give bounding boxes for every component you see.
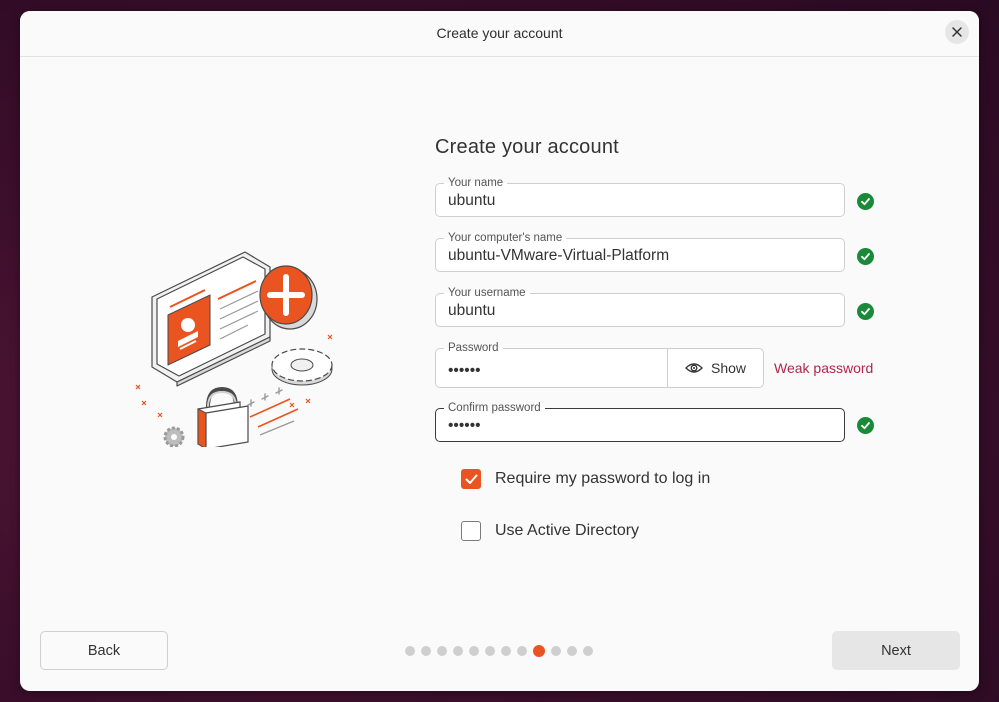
installer-window: Create your account Create your account … xyxy=(20,11,979,691)
name-field[interactable]: Your name ubuntu xyxy=(435,176,845,217)
eye-icon xyxy=(685,363,703,373)
username-field[interactable]: Your username ubuntu xyxy=(435,286,845,327)
next-button[interactable]: Next xyxy=(832,631,960,670)
step-dot xyxy=(485,646,495,656)
require-password-option[interactable]: Require my password to log in xyxy=(461,469,710,489)
password-value: •••••• xyxy=(448,362,481,379)
step-dot xyxy=(583,646,593,656)
computer-name-valid-icon xyxy=(857,248,874,265)
confirm-password-field[interactable]: Confirm password •••••• xyxy=(435,401,845,442)
title-bar: Create your account xyxy=(20,11,979,57)
close-button[interactable] xyxy=(945,20,969,44)
name-value: ubuntu xyxy=(448,192,496,209)
active-directory-checkbox[interactable] xyxy=(461,521,481,541)
step-dot xyxy=(421,646,431,656)
confirm-password-valid-icon xyxy=(857,417,874,434)
checkmark-icon xyxy=(465,474,477,484)
computer-name-field[interactable]: Your computer's name ubuntu-VMware-Virtu… xyxy=(435,231,845,272)
step-dot xyxy=(453,646,463,656)
step-dot xyxy=(405,646,415,656)
back-button[interactable]: Back xyxy=(40,631,168,670)
active-directory-label: Use Active Directory xyxy=(495,522,640,539)
require-password-label: Require my password to log in xyxy=(495,470,711,487)
username-valid-icon xyxy=(857,303,874,320)
step-dot xyxy=(469,646,479,656)
computer-name-label: Your computer's name xyxy=(444,231,567,245)
require-password-checkbox[interactable] xyxy=(461,469,481,489)
step-dot xyxy=(501,646,511,656)
name-valid-icon xyxy=(857,193,874,210)
username-value: ubuntu xyxy=(448,302,496,319)
password-strength: Weak password xyxy=(774,360,874,376)
step-dot xyxy=(567,646,577,656)
account-illustration xyxy=(135,251,333,447)
confirm-password-value: •••••• xyxy=(448,417,481,434)
show-password-label: Show xyxy=(710,360,747,376)
password-field[interactable]: Password •••••• xyxy=(435,341,668,388)
step-dot xyxy=(517,646,527,656)
step-dot-current xyxy=(533,645,545,657)
computer-name-value: ubuntu-VMware-Virtual-Platform xyxy=(448,247,670,264)
form-heading: Create your account xyxy=(435,136,619,158)
step-indicator xyxy=(405,645,593,657)
step-dot xyxy=(437,646,447,656)
username-label: Your username xyxy=(444,286,530,300)
show-password-button[interactable]: Show xyxy=(667,348,764,388)
name-label: Your name xyxy=(444,176,508,190)
close-icon xyxy=(952,27,962,37)
active-directory-option[interactable]: Use Active Directory xyxy=(461,521,639,541)
step-dot xyxy=(551,646,561,656)
window-title: Create your account xyxy=(436,25,563,41)
confirm-password-label: Confirm password xyxy=(444,401,545,415)
password-label: Password xyxy=(444,341,503,355)
